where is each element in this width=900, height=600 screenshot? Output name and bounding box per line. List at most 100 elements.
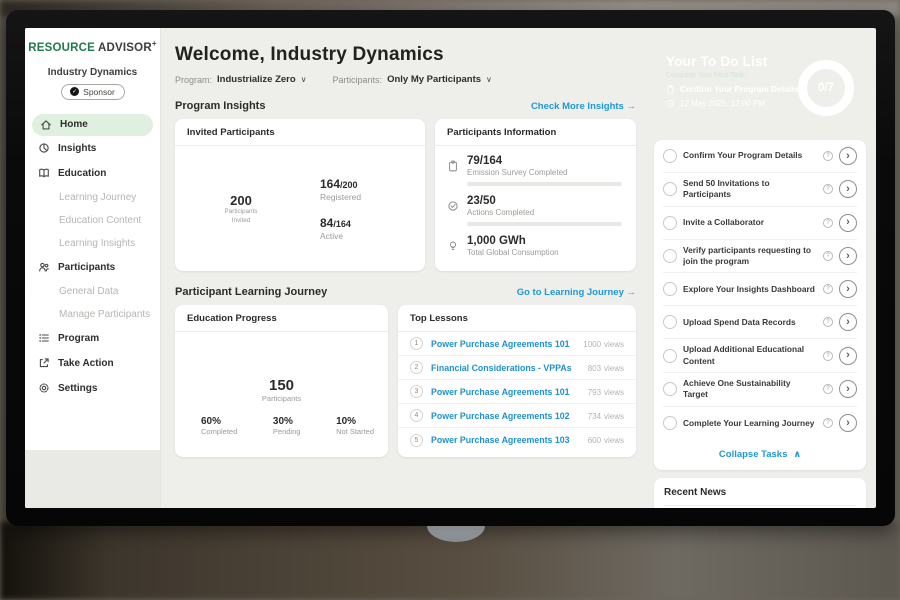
gear-icon <box>38 382 50 394</box>
chevron-right-button[interactable]: › <box>839 313 857 331</box>
sidebar-item-learning-journey[interactable]: Learning Journey <box>25 186 160 209</box>
sponsor-badge[interactable]: ✓ Sponsor <box>61 84 125 100</box>
info-icon[interactable]: ? <box>823 284 833 294</box>
sidebar-item-program[interactable]: Program <box>25 326 160 351</box>
check-circle-icon <box>447 200 459 212</box>
chevron-right-button[interactable]: › <box>839 280 857 298</box>
task-row: Explore Your Insights Dashboard ? › <box>663 273 857 306</box>
app-logo: RESOURCE ADVISOR+ <box>25 28 160 54</box>
info-icon[interactable]: ? <box>823 317 833 327</box>
info-icon[interactable]: ? <box>823 418 833 428</box>
task-row: Achieve One Sustainability Target ? › <box>663 373 857 407</box>
card-title: Top Lessons <box>398 305 636 332</box>
book-icon <box>38 167 50 179</box>
program-insights-heading: Program Insights <box>175 100 265 112</box>
legend-dot <box>261 418 268 425</box>
card-title: Invited Participants <box>175 119 425 146</box>
task-checkbox[interactable] <box>663 382 677 396</box>
top-lessons-card: Top Lessons 1 Power Purchase Agreements … <box>398 305 636 457</box>
home-icon <box>40 119 52 131</box>
chevron-right-button[interactable]: › <box>839 347 857 365</box>
chevron-up-icon: ∧ <box>793 449 801 460</box>
task-row: Verify participants requesting to join t… <box>663 240 857 274</box>
task-checkbox[interactable] <box>663 182 677 196</box>
legend-not-started: 10%Not Started <box>324 416 374 436</box>
recent-news-heading: Recent News <box>664 487 856 506</box>
list-icon <box>38 332 50 344</box>
people-icon <box>38 261 50 273</box>
task-row: Confirm Your Program Details ? › <box>663 140 857 173</box>
invited-participants-card: Invited Participants 200 Participants In… <box>175 119 425 271</box>
chevron-right-button[interactable]: › <box>839 247 857 265</box>
sidebar-item-education[interactable]: Education <box>25 161 160 186</box>
task-checkbox[interactable] <box>663 416 677 430</box>
info-icon[interactable]: ? <box>823 151 833 161</box>
lesson-link[interactable]: Power Purchase Agreements 101 <box>431 339 575 349</box>
org-name: Industry Dynamics <box>25 67 160 78</box>
sidebar-item-learning-insights[interactable]: Learning Insights <box>25 232 160 255</box>
sidebar-item-manage-participants[interactable]: Manage Participants <box>25 303 160 326</box>
sidebar-item-education-content[interactable]: Education Content <box>25 209 160 232</box>
task-checkbox[interactable] <box>663 216 677 230</box>
task-checkbox[interactable] <box>663 149 677 163</box>
go-to-learning-journey-link[interactable]: Go to Learning Journey → <box>517 287 636 298</box>
sidebar-item-insights[interactable]: Insights <box>25 136 160 161</box>
participants-filter[interactable]: Participants: Only My Participants ∨ <box>333 74 492 85</box>
main-content: Welcome, Industry Dynamics Program: Indu… <box>161 28 648 508</box>
task-row: Complete Your Learning Journey ? › <box>663 407 857 440</box>
task-checkbox[interactable] <box>663 315 677 329</box>
clock-icon <box>666 99 675 108</box>
chevron-down-icon: ∨ <box>301 75 307 84</box>
page-title: Welcome, Industry Dynamics <box>175 44 636 66</box>
clipboard-icon <box>447 160 459 172</box>
lesson-row: 1 Power Purchase Agreements 101 1000 vie… <box>398 332 636 356</box>
education-progress-card: Education Progress 150 Participants 60%C… <box>175 305 388 457</box>
task-row: Upload Spend Data Records ? › <box>663 306 857 339</box>
info-icon[interactable]: ? <box>823 184 833 194</box>
filters-row: Program: Industrialize Zero ∨ Participan… <box>175 74 636 85</box>
lesson-link[interactable]: Power Purchase Agreements 101 <box>431 387 580 397</box>
sidebar-item-home[interactable]: Home <box>32 114 153 136</box>
lesson-row: 2 Financial Considerations - VPPAs 803 v… <box>398 356 636 380</box>
bulb-icon <box>447 240 459 252</box>
participants-information-card: Participants Information 79/164 Emission… <box>435 119 636 271</box>
dashboard-screen: RESOURCE ADVISOR+ Industry Dynamics ✓ Sp… <box>25 28 876 508</box>
program-filter[interactable]: Program: Industrialize Zero ∨ <box>175 74 307 85</box>
sidebar-item-general-data[interactable]: General Data <box>25 280 160 303</box>
sidebar-item-take-action[interactable]: Take Action <box>25 351 160 376</box>
task-checkbox[interactable] <box>663 282 677 296</box>
check-more-insights-link[interactable]: Check More Insights → <box>531 101 636 112</box>
learning-journey-heading: Participant Learning Journey <box>175 286 327 298</box>
info-icon[interactable]: ? <box>823 218 833 228</box>
chevron-right-button[interactable]: › <box>839 147 857 165</box>
todo-progress-ring: 0/7 <box>798 60 854 116</box>
info-icon[interactable]: ? <box>823 384 833 394</box>
progress-bar <box>467 182 622 186</box>
arrow-right-icon: → <box>627 101 637 112</box>
task-row: Send 50 Invitations to Participants ? › <box>663 173 857 207</box>
lesson-row: 3 Power Purchase Agreements 101 793 view… <box>398 380 636 404</box>
collapse-tasks-link[interactable]: Collapse Tasks∧ <box>663 440 857 470</box>
task-row: Upload Additional Educational Content ? … <box>663 339 857 373</box>
lesson-link[interactable]: Financial Considerations - VPPAs <box>431 363 580 373</box>
sidebar-item-participants[interactable]: Participants <box>25 255 160 280</box>
donut-legend: 164/200 Registered 84/164 Active <box>307 177 361 241</box>
education-gauge-chart: 150 Participants <box>221 345 343 408</box>
todo-tasks-card: Confirm Your Program Details ? › Send 50… <box>654 140 866 470</box>
chevron-right-button[interactable]: › <box>839 380 857 398</box>
chevron-right-button[interactable]: › <box>839 180 857 198</box>
gauge-legend: 60%Completed 30%Pending 10%Not Started <box>175 408 388 436</box>
task-checkbox[interactable] <box>663 249 677 263</box>
info-icon[interactable]: ? <box>823 251 833 261</box>
task-checkbox[interactable] <box>663 349 677 363</box>
info-icon[interactable]: ? <box>823 351 833 361</box>
progress-bar <box>467 222 622 226</box>
lesson-link[interactable]: Power Purchase Agreements 103 <box>431 435 580 445</box>
sidebar-item-settings[interactable]: Settings <box>25 376 160 401</box>
legend-dot <box>307 181 314 188</box>
insights-icon <box>38 142 50 154</box>
chevron-right-button[interactable]: › <box>839 214 857 232</box>
invited-donut-chart: 200 Participants Invited <box>189 157 293 261</box>
chevron-right-button[interactable]: › <box>839 414 857 432</box>
lesson-link[interactable]: Power Purchase Agreements 102 <box>431 411 580 421</box>
